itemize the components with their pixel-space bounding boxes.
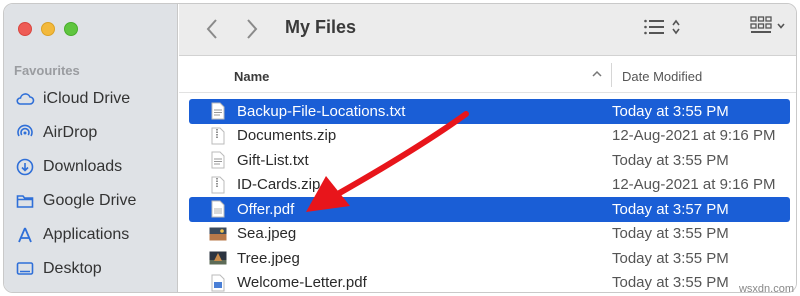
- pdf-file-icon: [207, 200, 229, 218]
- airdrop-icon: [14, 122, 36, 144]
- sidebar-item-downloads[interactable]: Downloads: [4, 150, 177, 184]
- name-column-header[interactable]: Name: [234, 69, 269, 84]
- zip-file-icon: [207, 127, 229, 145]
- file-name: Backup-File-Locations.txt: [237, 102, 406, 120]
- window-controls: [18, 22, 78, 36]
- text-file-icon: [207, 102, 229, 120]
- sidebar-item-label: Google Drive: [43, 192, 137, 209]
- group-by-button[interactable]: [750, 16, 786, 36]
- file-date: Today at 3:55 PM: [612, 249, 729, 267]
- file-name: ID-Cards.zip: [237, 176, 321, 194]
- image-file-icon: [207, 251, 229, 265]
- cloud-icon: [14, 88, 36, 110]
- file-date: 12-Aug-2021 at 9:16 PM: [612, 176, 776, 194]
- sidebar-item-label: AirDrop: [43, 124, 98, 141]
- file-list-area: Name Date Modified Backup-File-Locations…: [179, 57, 796, 292]
- chevron-right-icon: [247, 19, 258, 39]
- sidebar-list: iCloud Drive AirDrop Downloads Google Dr…: [4, 82, 177, 286]
- file-date: 12-Aug-2021 at 9:16 PM: [612, 127, 776, 145]
- text-file-icon: [207, 151, 229, 169]
- file-name: Tree.jpeg: [237, 249, 300, 267]
- pdf-file-icon: [207, 274, 229, 292]
- sidebar-item-desktop[interactable]: Desktop: [4, 252, 177, 286]
- finder-window: Favourites iCloud Drive AirDrop Download…: [3, 3, 797, 293]
- file-row[interactable]: Tree.jpeg Today at 3:55 PM: [189, 246, 790, 271]
- column-divider[interactable]: [611, 63, 612, 87]
- close-window-button[interactable]: [18, 22, 32, 36]
- file-name: Gift-List.txt: [237, 151, 309, 169]
- sidebar-item-label: Downloads: [43, 158, 123, 175]
- desktop-icon: [14, 258, 36, 280]
- file-date: Today at 3:57 PM: [612, 200, 729, 218]
- sidebar-item-applications[interactable]: Applications: [4, 218, 177, 252]
- file-date: Today at 3:55 PM: [612, 274, 729, 292]
- folder-icon: [14, 190, 36, 212]
- date-modified-column-header[interactable]: Date Modified: [622, 69, 702, 84]
- chevron-left-icon: [206, 19, 217, 39]
- window-title: My Files: [285, 17, 357, 37]
- image-file-icon: [207, 227, 229, 241]
- file-name: Welcome-Letter.pdf: [237, 274, 367, 292]
- zip-file-icon: [207, 176, 229, 194]
- sidebar-item-label: Applications: [43, 226, 130, 243]
- up-down-chevron-icon: [672, 19, 680, 35]
- forward-button[interactable]: [241, 16, 263, 42]
- back-button[interactable]: [201, 16, 223, 42]
- chevron-down-icon: [777, 23, 785, 29]
- file-row[interactable]: Backup-File-Locations.txt Today at 3:55 …: [189, 99, 790, 124]
- sidebar: Favourites iCloud Drive AirDrop Download…: [4, 4, 178, 292]
- file-name: Documents.zip: [237, 127, 337, 145]
- grid-view-icon: [750, 16, 772, 33]
- file-date: Today at 3:55 PM: [612, 102, 729, 120]
- list-view-button[interactable]: [643, 18, 681, 36]
- favourites-heading: Favourites: [14, 63, 80, 78]
- file-row[interactable]: Sea.jpeg Today at 3:55 PM: [189, 222, 790, 247]
- file-row[interactable]: Gift-List.txt Today at 3:55 PM: [189, 148, 790, 173]
- sidebar-item-airdrop[interactable]: AirDrop: [4, 116, 177, 150]
- download-icon: [14, 156, 36, 178]
- column-header-row: Name Date Modified: [179, 57, 796, 93]
- watermark-text: wsxdn.com: [738, 283, 794, 295]
- file-rows: Backup-File-Locations.txt Today at 3:55 …: [179, 99, 796, 293]
- sidebar-item-google-drive[interactable]: Google Drive: [4, 184, 177, 218]
- sidebar-item-icloud-drive[interactable]: iCloud Drive: [4, 82, 177, 116]
- sidebar-item-label: iCloud Drive: [43, 90, 131, 107]
- file-row[interactable]: Offer.pdf Today at 3:57 PM: [189, 197, 790, 222]
- applications-icon: [14, 224, 36, 246]
- sort-ascending-icon[interactable]: [591, 69, 603, 79]
- maximize-window-button[interactable]: [64, 22, 78, 36]
- toolbar: My Files: [179, 4, 796, 56]
- sidebar-item-label: Desktop: [43, 260, 102, 277]
- list-view-icon: [644, 19, 664, 35]
- file-name: Sea.jpeg: [237, 225, 297, 243]
- file-row[interactable]: ID-Cards.zip 12-Aug-2021 at 9:16 PM: [189, 173, 790, 198]
- file-date: Today at 3:55 PM: [612, 225, 729, 243]
- minimize-window-button[interactable]: [41, 22, 55, 36]
- file-date: Today at 3:55 PM: [612, 151, 729, 169]
- file-name: Offer.pdf: [237, 200, 295, 218]
- file-row[interactable]: Welcome-Letter.pdf Today at 3:55 PM: [189, 271, 790, 293]
- file-row[interactable]: Documents.zip 12-Aug-2021 at 9:16 PM: [189, 124, 790, 149]
